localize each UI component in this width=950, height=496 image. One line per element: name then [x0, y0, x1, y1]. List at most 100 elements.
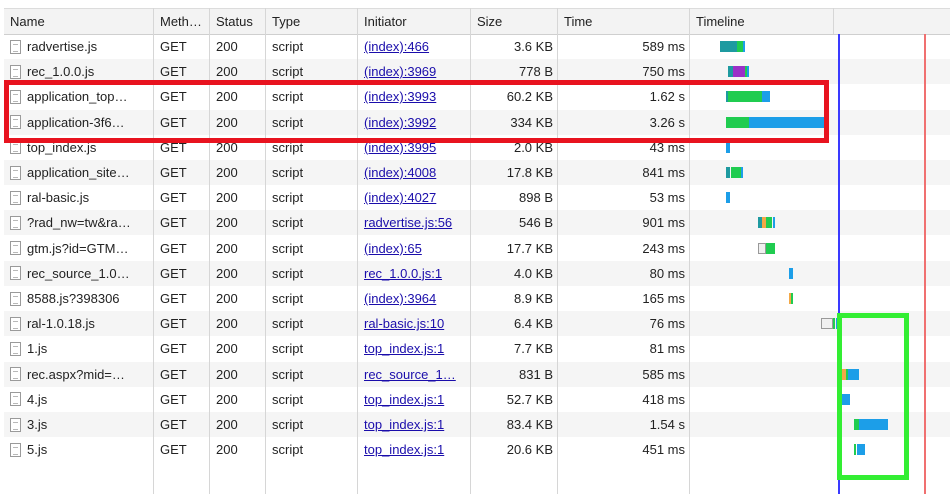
cell-method: GET: [160, 316, 187, 332]
script-file-icon: [10, 39, 21, 54]
cell-type: script: [272, 215, 304, 231]
cell-method: GET: [160, 190, 187, 206]
cell-name[interactable]: 5.js: [4, 437, 154, 462]
column-header-time[interactable]: Time: [558, 9, 690, 34]
cell-name[interactable]: 4.js: [4, 387, 154, 412]
script-file-icon: [10, 291, 21, 306]
cell-method: GET: [160, 366, 187, 382]
column-header-name[interactable]: Name: [4, 9, 154, 34]
table-row[interactable]: 8588.js?398306 GET 200 script (index):3964 8.…: [4, 286, 950, 311]
table-row[interactable]: radvertise.js GET 200 script (index):466 3.6 …: [4, 34, 950, 59]
timeline-bar-download: [726, 192, 731, 204]
column-header-type[interactable]: Type: [266, 9, 358, 34]
highlight-box-green: [837, 313, 909, 480]
file-name: rec.aspx?mid=…: [27, 366, 125, 382]
script-file-icon: [10, 341, 21, 356]
cell-method: GET: [160, 391, 187, 407]
cell-time: 451 ms: [642, 442, 685, 458]
cell-size: 20.6 KB: [506, 442, 553, 458]
cell-time: 585 ms: [642, 366, 685, 382]
cell-name[interactable]: gtm.js?id=GTM…: [4, 236, 154, 261]
cell-time: 53 ms: [649, 190, 685, 206]
cell-initiator[interactable]: rec_source_1…: [358, 362, 471, 387]
cell-initiator[interactable]: ral-basic.js:10: [358, 311, 471, 336]
cell-time: 418 ms: [642, 391, 685, 407]
table-row[interactable]: ral-basic.js GET 200 script (index):4027 898 …: [4, 185, 950, 210]
highlight-box-red: [4, 80, 829, 143]
cell-size: 83.4 KB: [506, 417, 553, 432]
column-header-status[interactable]: Status: [210, 9, 266, 34]
table-row[interactable]: ?rad_nw=tw&ra… GET 200 script radvertise.js:…: [4, 210, 950, 236]
cell-size: 52.7 KB: [506, 391, 553, 407]
script-file-icon: [10, 190, 21, 205]
cell-size: 831 B: [519, 366, 553, 382]
cell-name[interactable]: 8588.js?398306: [4, 286, 154, 311]
cell-method: GET: [160, 442, 187, 458]
column-divider: [833, 8, 834, 34]
cell-name[interactable]: 1.js: [4, 336, 154, 361]
cell-size: 4.0 KB: [513, 265, 553, 281]
cell-initiator[interactable]: (index):4008: [358, 160, 471, 185]
timeline-bar-connect: [732, 66, 746, 78]
file-name: 3.js: [27, 417, 48, 432]
cell-size: 7.7 KB: [513, 341, 553, 357]
cell-initiator[interactable]: top_index.js:1: [358, 336, 471, 361]
cell-initiator[interactable]: top_index.js:1: [358, 412, 471, 437]
cell-type: script: [272, 366, 304, 382]
cell-initiator[interactable]: top_index.js:1: [358, 387, 471, 412]
table-row[interactable]: 4.js GET 200 script top_index.js:1 52.7 KB 418…: [4, 387, 950, 412]
cell-initiator[interactable]: (index):466: [358, 34, 471, 59]
cell-size: 8.9 KB: [513, 291, 553, 306]
timeline-bar-download: [741, 167, 744, 178]
cell-initiator[interactable]: radvertise.js:56: [358, 210, 471, 235]
script-file-icon: [10, 367, 21, 382]
cell-name[interactable]: ?rad_nw=tw&ra…: [4, 210, 154, 235]
cell-initiator[interactable]: (index):65: [358, 236, 471, 261]
cell-time: 1.54 s: [649, 417, 685, 432]
cell-status: 200: [216, 240, 238, 256]
cell-name[interactable]: ral-1.0.18.js: [4, 311, 154, 336]
cell-size: 17.7 KB: [506, 240, 553, 256]
cell-name[interactable]: rec.aspx?mid=…: [4, 362, 154, 387]
cell-type: script: [272, 391, 304, 407]
cell-size: 898 B: [519, 190, 553, 206]
cell-name[interactable]: radvertise.js: [4, 34, 154, 59]
cell-name[interactable]: ral-basic.js: [4, 185, 154, 210]
cell-initiator[interactable]: (index):4027: [358, 185, 471, 210]
cell-initiator[interactable]: rec_1.0.0.js:1: [358, 261, 471, 286]
table-row[interactable]: 3.js GET 200 script top_index.js:1 83.4 KB 1.5…: [4, 412, 950, 437]
script-file-icon: [10, 392, 21, 407]
file-name: ral-basic.js: [27, 190, 90, 206]
cell-status: 200: [216, 265, 238, 281]
cell-name[interactable]: 3.js: [4, 412, 154, 437]
table-row[interactable]: application_site… GET 200 script (index):400…: [4, 160, 950, 185]
column-header-timeline[interactable]: Timeline: [690, 9, 950, 34]
table-row[interactable]: 5.js GET 200 script top_index.js:1 20.6 KB 451…: [4, 437, 950, 462]
script-file-icon: [10, 165, 21, 180]
column-header-initiator[interactable]: Initiator: [358, 9, 471, 34]
file-name: rec_source_1.0…: [27, 265, 130, 281]
table-row[interactable]: 1.js GET 200 script top_index.js:1 7.7 KB 81 m…: [4, 336, 950, 361]
cell-status: 200: [216, 391, 238, 407]
table-row[interactable]: rec.aspx?mid=… GET 200 script rec_source_1… 8…: [4, 361, 950, 387]
cell-time: 76 ms: [649, 316, 685, 332]
cell-name[interactable]: application_site…: [4, 160, 154, 185]
script-file-icon: [10, 316, 21, 331]
cell-name[interactable]: rec_source_1.0…: [4, 261, 154, 286]
column-header-method[interactable]: Meth…: [154, 9, 210, 34]
cell-time: 81 ms: [649, 341, 685, 357]
table-row[interactable]: gtm.js?id=GTM… GET 200 script (index):65 17.7…: [4, 236, 950, 261]
cell-time: 901 ms: [642, 215, 685, 231]
column-header-size[interactable]: Size: [471, 9, 558, 34]
cell-initiator[interactable]: (index):3964: [358, 286, 471, 311]
cell-method: GET: [160, 240, 187, 256]
script-file-icon: [10, 215, 21, 230]
cell-status: 200: [216, 442, 238, 458]
table-row[interactable]: rec_source_1.0… GET 200 script rec_1.0.0.js:…: [4, 260, 950, 286]
cell-method: GET: [160, 165, 187, 180]
file-name: rec_1.0.0.js: [27, 64, 95, 80]
cell-status: 200: [216, 39, 238, 54]
table-row[interactable]: ral-1.0.18.js GET 200 script ral-basic.js:10…: [4, 311, 950, 337]
timeline-bar-queue: [757, 242, 767, 254]
cell-initiator[interactable]: top_index.js:1: [358, 437, 471, 462]
